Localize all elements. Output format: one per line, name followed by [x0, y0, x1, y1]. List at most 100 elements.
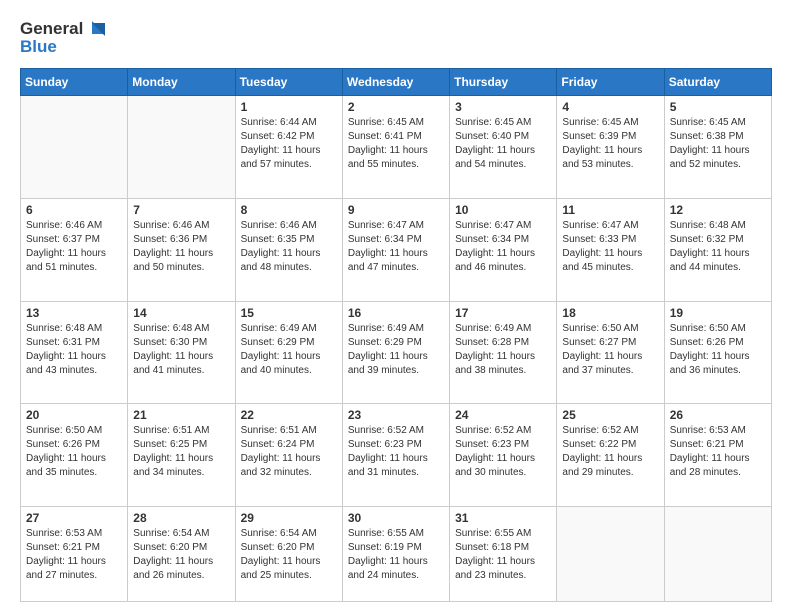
- calendar-cell: 18 Sunrise: 6:50 AM Sunset: 6:27 PM Dayli…: [557, 301, 664, 404]
- calendar-cell: 7 Sunrise: 6:46 AM Sunset: 6:36 PM Daylig…: [128, 198, 235, 301]
- day-info: Sunrise: 6:46 AM Sunset: 6:35 PM Dayligh…: [241, 219, 337, 275]
- calendar-cell: [128, 96, 235, 199]
- calendar-cell: 13 Sunrise: 6:48 AM Sunset: 6:31 PM Dayli…: [21, 301, 128, 404]
- calendar-cell: 20Sunrise: 6:50 AM Sunset: 6:26 PM Dayli…: [21, 404, 128, 507]
- day-number: 31: [455, 511, 551, 525]
- day-number: 18: [562, 306, 658, 320]
- day-info: Sunrise: 6:48 AM Sunset: 6:32 PM Dayligh…: [670, 219, 766, 275]
- day-number: 25: [562, 408, 658, 422]
- day-number: 4: [562, 100, 658, 114]
- day-number: 23: [348, 408, 444, 422]
- calendar-cell: 26Sunrise: 6:53 AM Sunset: 6:21 PM Dayli…: [664, 404, 771, 507]
- day-info: Sunrise: 6:50 AM Sunset: 6:26 PM Dayligh…: [670, 322, 766, 378]
- day-number: 14: [133, 306, 229, 320]
- weekday-header-row: SundayMondayTuesdayWednesdayThursdayFrid…: [21, 69, 772, 96]
- day-number: 7: [133, 203, 229, 217]
- day-info: Sunrise: 6:52 AM Sunset: 6:23 PM Dayligh…: [348, 424, 444, 480]
- calendar-cell: [21, 96, 128, 199]
- day-number: 19: [670, 306, 766, 320]
- day-info: Sunrise: 6:52 AM Sunset: 6:23 PM Dayligh…: [455, 424, 551, 480]
- calendar-cell: 2Sunrise: 6:45 AM Sunset: 6:41 PM Daylig…: [342, 96, 449, 199]
- calendar-cell: 21 Sunrise: 6:51 AM Sunset: 6:25 PM Dayli…: [128, 404, 235, 507]
- calendar-table: SundayMondayTuesdayWednesdayThursdayFrid…: [20, 68, 772, 602]
- day-number: 8: [241, 203, 337, 217]
- day-number: 30: [348, 511, 444, 525]
- day-number: 9: [348, 203, 444, 217]
- weekday-friday: Friday: [557, 69, 664, 96]
- day-number: 10: [455, 203, 551, 217]
- calendar-week-2: 6Sunrise: 6:46 AM Sunset: 6:37 PM Daylig…: [21, 198, 772, 301]
- day-info: Sunrise: 6:45 AM Sunset: 6:40 PM Dayligh…: [455, 116, 551, 172]
- svg-text:General: General: [20, 19, 83, 38]
- day-number: 11: [562, 203, 658, 217]
- day-number: 3: [455, 100, 551, 114]
- calendar-cell: 24 Sunrise: 6:52 AM Sunset: 6:23 PM Dayli…: [450, 404, 557, 507]
- calendar-cell: 16 Sunrise: 6:49 AM Sunset: 6:29 PM Dayli…: [342, 301, 449, 404]
- calendar-cell: [664, 507, 771, 602]
- day-number: 26: [670, 408, 766, 422]
- day-info: Sunrise: 6:45 AM Sunset: 6:39 PM Dayligh…: [562, 116, 658, 172]
- day-number: 24: [455, 408, 551, 422]
- calendar-cell: 12 Sunrise: 6:48 AM Sunset: 6:32 PM Dayli…: [664, 198, 771, 301]
- day-number: 28: [133, 511, 229, 525]
- day-number: 16: [348, 306, 444, 320]
- logo-svg: GeneralBlue: [20, 16, 110, 58]
- calendar-cell: 11 Sunrise: 6:47 AM Sunset: 6:33 PM Dayli…: [557, 198, 664, 301]
- calendar-body: 1Sunrise: 6:44 AM Sunset: 6:42 PM Daylig…: [21, 96, 772, 602]
- day-number: 27: [26, 511, 122, 525]
- day-number: 21: [133, 408, 229, 422]
- calendar-week-3: 13 Sunrise: 6:48 AM Sunset: 6:31 PM Dayli…: [21, 301, 772, 404]
- logo: GeneralBlue: [20, 16, 110, 58]
- weekday-sunday: Sunday: [21, 69, 128, 96]
- day-info: Sunrise: 6:54 AM Sunset: 6:20 PM Dayligh…: [241, 527, 337, 583]
- calendar-cell: 29Sunrise: 6:54 AM Sunset: 6:20 PM Dayli…: [235, 507, 342, 602]
- calendar-cell: 15 Sunrise: 6:49 AM Sunset: 6:29 PM Dayli…: [235, 301, 342, 404]
- day-info: Sunrise: 6:51 AM Sunset: 6:24 PM Dayligh…: [241, 424, 337, 480]
- calendar-cell: 22 Sunrise: 6:51 AM Sunset: 6:24 PM Dayli…: [235, 404, 342, 507]
- day-info: Sunrise: 6:45 AM Sunset: 6:38 PM Dayligh…: [670, 116, 766, 172]
- day-info: Sunrise: 6:55 AM Sunset: 6:19 PM Dayligh…: [348, 527, 444, 583]
- calendar-cell: 27 Sunrise: 6:53 AM Sunset: 6:21 PM Dayli…: [21, 507, 128, 602]
- day-info: Sunrise: 6:50 AM Sunset: 6:27 PM Dayligh…: [562, 322, 658, 378]
- day-number: 22: [241, 408, 337, 422]
- calendar-cell: 1Sunrise: 6:44 AM Sunset: 6:42 PM Daylig…: [235, 96, 342, 199]
- day-info: Sunrise: 6:44 AM Sunset: 6:42 PM Dayligh…: [241, 116, 337, 172]
- day-number: 12: [670, 203, 766, 217]
- day-info: Sunrise: 6:49 AM Sunset: 6:29 PM Dayligh…: [241, 322, 337, 378]
- weekday-tuesday: Tuesday: [235, 69, 342, 96]
- day-number: 15: [241, 306, 337, 320]
- calendar-cell: 25 Sunrise: 6:52 AM Sunset: 6:22 PM Dayli…: [557, 404, 664, 507]
- calendar-cell: 9 Sunrise: 6:47 AM Sunset: 6:34 PM Daylig…: [342, 198, 449, 301]
- calendar-cell: 23 Sunrise: 6:52 AM Sunset: 6:23 PM Dayli…: [342, 404, 449, 507]
- calendar-cell: 5 Sunrise: 6:45 AM Sunset: 6:38 PM Daylig…: [664, 96, 771, 199]
- calendar-cell: 14Sunrise: 6:48 AM Sunset: 6:30 PM Dayli…: [128, 301, 235, 404]
- day-info: Sunrise: 6:55 AM Sunset: 6:18 PM Dayligh…: [455, 527, 551, 583]
- day-info: Sunrise: 6:49 AM Sunset: 6:28 PM Dayligh…: [455, 322, 551, 378]
- calendar-cell: 30 Sunrise: 6:55 AM Sunset: 6:19 PM Dayli…: [342, 507, 449, 602]
- day-info: Sunrise: 6:45 AM Sunset: 6:41 PM Dayligh…: [348, 116, 444, 172]
- svg-text:Blue: Blue: [20, 37, 57, 56]
- calendar-cell: 19 Sunrise: 6:50 AM Sunset: 6:26 PM Dayli…: [664, 301, 771, 404]
- day-info: Sunrise: 6:47 AM Sunset: 6:34 PM Dayligh…: [455, 219, 551, 275]
- day-number: 5: [670, 100, 766, 114]
- weekday-wednesday: Wednesday: [342, 69, 449, 96]
- day-info: Sunrise: 6:48 AM Sunset: 6:31 PM Dayligh…: [26, 322, 122, 378]
- day-info: Sunrise: 6:52 AM Sunset: 6:22 PM Dayligh…: [562, 424, 658, 480]
- day-info: Sunrise: 6:49 AM Sunset: 6:29 PM Dayligh…: [348, 322, 444, 378]
- day-info: Sunrise: 6:46 AM Sunset: 6:36 PM Dayligh…: [133, 219, 229, 275]
- day-number: 17: [455, 306, 551, 320]
- day-info: Sunrise: 6:53 AM Sunset: 6:21 PM Dayligh…: [26, 527, 122, 583]
- day-info: Sunrise: 6:54 AM Sunset: 6:20 PM Dayligh…: [133, 527, 229, 583]
- calendar-cell: 31 Sunrise: 6:55 AM Sunset: 6:18 PM Dayli…: [450, 507, 557, 602]
- day-number: 13: [26, 306, 122, 320]
- calendar-week-5: 27 Sunrise: 6:53 AM Sunset: 6:21 PM Dayli…: [21, 507, 772, 602]
- calendar-cell: 4 Sunrise: 6:45 AM Sunset: 6:39 PM Daylig…: [557, 96, 664, 199]
- calendar-cell: 6Sunrise: 6:46 AM Sunset: 6:37 PM Daylig…: [21, 198, 128, 301]
- day-number: 20: [26, 408, 122, 422]
- weekday-saturday: Saturday: [664, 69, 771, 96]
- weekday-thursday: Thursday: [450, 69, 557, 96]
- day-info: Sunrise: 6:47 AM Sunset: 6:33 PM Dayligh…: [562, 219, 658, 275]
- day-info: Sunrise: 6:47 AM Sunset: 6:34 PM Dayligh…: [348, 219, 444, 275]
- day-info: Sunrise: 6:51 AM Sunset: 6:25 PM Dayligh…: [133, 424, 229, 480]
- weekday-monday: Monday: [128, 69, 235, 96]
